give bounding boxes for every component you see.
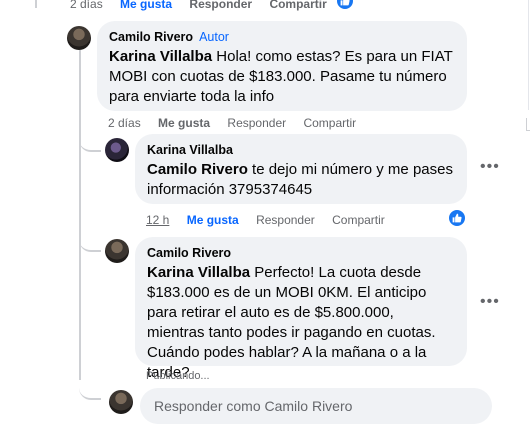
thread-line-main	[79, 50, 81, 380]
thumbs-up-icon	[452, 213, 462, 223]
comment1-time[interactable]: 2 días	[108, 116, 141, 130]
comment-bubble-1: Camilo Rivero Autor Karina Villalba Hola!…	[97, 21, 467, 111]
comment1-share-button[interactable]: Compartir	[303, 116, 356, 130]
top-like-button[interactable]: Me gusta	[120, 0, 172, 11]
reply-input[interactable]: Responder como Camilo Rivero	[140, 388, 492, 424]
comment1-actions: 2 días Me gusta Responder Compartir	[108, 116, 370, 130]
comment2-time[interactable]: 12 h	[146, 213, 169, 227]
comment-text: Karina Villalba Hola! como estas? Es par…	[109, 47, 455, 107]
thread-elbow-2	[79, 225, 101, 252]
publishing-status: Publicando...	[146, 370, 210, 382]
mention-link[interactable]: Camilo Rivero	[147, 161, 248, 178]
thread-elbow-3	[79, 370, 101, 400]
scroll-edge[interactable]	[526, 0, 530, 408]
thread-elbow-1	[79, 130, 101, 152]
comment2-like-button[interactable]: Me gusta	[187, 213, 239, 227]
author-name[interactable]: Camilo Rivero	[109, 30, 193, 44]
comment2-share-button[interactable]: Compartir	[332, 213, 385, 227]
top-share-button[interactable]: Compartir	[269, 0, 326, 11]
comment3-more-icon[interactable]: •••	[480, 293, 500, 311]
reply-placeholder: Responder como Camilo Rivero	[154, 398, 353, 414]
thumbs-up-icon	[340, 0, 350, 6]
comment2-actions: 12 h Me gusta Responder Compartir	[146, 213, 399, 227]
top-time-link[interactable]: 2 días	[70, 0, 103, 11]
avatar-camilo[interactable]	[67, 26, 91, 50]
comment-body: Perfecto! La cuota desde $183.000 es de …	[147, 264, 436, 381]
comment-bubble-3: Camilo Rivero Karina Villalba Perfecto! …	[135, 237, 467, 381]
top-reply-button[interactable]: Responder	[189, 0, 252, 11]
thread-line-outer	[35, 0, 37, 8]
mention-link[interactable]: Karina Villalba	[109, 48, 212, 65]
comment-author: Camilo Rivero Autor	[109, 29, 455, 45]
comment-text: Camilo Rivero te dejo mi número y me pas…	[147, 160, 455, 200]
comment-author[interactable]: Camilo Rivero	[147, 245, 455, 261]
author-badge: Autor	[199, 30, 229, 44]
comment2-more-icon[interactable]: •••	[480, 158, 500, 176]
mention-link[interactable]: Karina Villalba	[147, 264, 250, 281]
top-comment-actions: 2 días Me gusta Responder Compartir	[70, 0, 341, 11]
comment-text: Karina Villalba Perfecto! La cuota desde…	[147, 263, 455, 383]
comment-bubble-2: Karina Villalba Camilo Rivero te dejo mi…	[135, 134, 467, 204]
avatar-karina[interactable]	[105, 138, 129, 162]
avatar-camilo-composer	[109, 390, 133, 414]
avatar-camilo[interactable]	[105, 239, 129, 263]
comment1-reply-button[interactable]: Responder	[227, 116, 286, 130]
comment1-like-button[interactable]: Me gusta	[158, 116, 210, 130]
comment-author[interactable]: Karina Villalba	[147, 142, 455, 158]
comment2-reply-button[interactable]: Responder	[256, 213, 315, 227]
comment2-like-badge[interactable]	[448, 209, 466, 227]
